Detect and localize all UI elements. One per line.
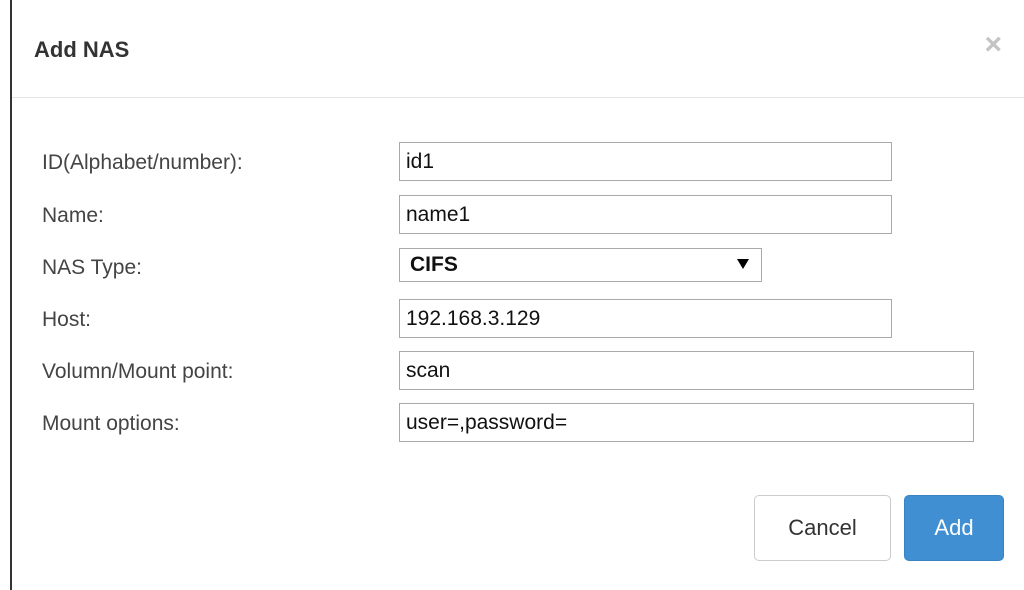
add-nas-dialog: Add NAS × ID(Alphabet/number): Name: NAS… xyxy=(10,0,1024,590)
dropdown-arrow-icon xyxy=(737,259,749,269)
volume-input[interactable] xyxy=(399,351,974,390)
nas-type-select[interactable]: CIFS xyxy=(399,248,762,282)
name-row: Name: xyxy=(12,195,1012,235)
host-input[interactable] xyxy=(399,299,892,338)
cancel-button[interactable]: Cancel xyxy=(754,495,891,561)
host-row: Host: xyxy=(12,299,1012,339)
id-row: ID(Alphabet/number): xyxy=(12,142,1012,182)
volume-label: Volumn/Mount point: xyxy=(42,360,234,383)
add-button[interactable]: Add xyxy=(904,495,1004,561)
dialog-header: Add NAS × xyxy=(12,0,1024,98)
nas-type-row: NAS Type: CIFS xyxy=(12,247,1012,287)
nas-type-label: NAS Type: xyxy=(42,256,142,279)
name-input[interactable] xyxy=(399,195,892,234)
nas-type-selected-value: CIFS xyxy=(410,253,458,276)
id-input[interactable] xyxy=(399,142,892,181)
host-label: Host: xyxy=(42,308,92,331)
mount-options-input[interactable] xyxy=(399,403,974,442)
volume-row: Volumn/Mount point: xyxy=(12,351,1012,391)
dialog-title: Add NAS xyxy=(34,37,130,62)
name-label: Name: xyxy=(42,204,104,227)
id-label: ID(Alphabet/number): xyxy=(42,151,243,174)
mount-options-row: Mount options: xyxy=(12,403,1012,443)
close-icon[interactable]: × xyxy=(984,30,1002,60)
mount-options-label: Mount options: xyxy=(42,412,180,435)
